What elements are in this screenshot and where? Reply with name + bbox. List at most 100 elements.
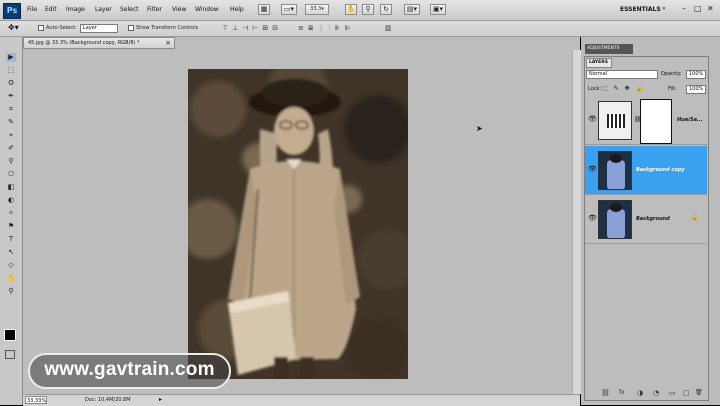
menu-edit[interactable]: Edit: [45, 6, 57, 13]
gradient-tool-icon[interactable]: ◐: [6, 196, 16, 205]
layer-row-background[interactable]: 👁 Background 🔒: [585, 195, 707, 244]
dodge-tool-icon[interactable]: ⚑: [6, 222, 16, 231]
rotate-icon[interactable]: ↻: [380, 4, 392, 15]
menu-window[interactable]: Window: [195, 6, 219, 13]
menu-bar: Ps File Edit Image Layer Select Filter V…: [0, 0, 720, 21]
adjustments-tab[interactable]: ADJUSTMENTS: [585, 44, 633, 54]
clone-stamp-tool-icon[interactable]: ⚲: [6, 157, 16, 166]
auto-select-label: Auto-Select:: [46, 25, 77, 31]
eyedropper-tool-icon[interactable]: ✎: [6, 118, 16, 127]
auto-select-checkbox[interactable]: [38, 25, 44, 31]
opacity-input[interactable]: 100%: [686, 70, 706, 79]
blend-mode-dropdown[interactable]: Normal: [586, 70, 658, 79]
watermark-text: www.gavtrain.com: [44, 359, 215, 380]
sepia-photo-image: [188, 69, 408, 379]
document-tab[interactable]: 45.jpg @ 33.3% (Background copy, RGB/8) …: [23, 37, 175, 49]
align-icons[interactable]: ⊤⊥⊣⊢⊞⊟: [222, 24, 282, 32]
zoom-level-dropdown[interactable]: 33.3▾: [305, 4, 329, 15]
lasso-tool-icon[interactable]: ʘ: [6, 79, 16, 88]
eye-icon[interactable]: 👁: [588, 214, 597, 222]
menu-select[interactable]: Select: [120, 6, 139, 13]
crop-tool-icon[interactable]: ⌗: [6, 105, 16, 114]
fill-label: Fill:: [668, 86, 677, 92]
menu-file[interactable]: File: [27, 6, 37, 13]
eye-icon[interactable]: 👁: [588, 115, 597, 123]
maximize-icon[interactable]: □: [694, 4, 702, 13]
adjustment-thumbnail: [598, 101, 632, 140]
blur-tool-icon[interactable]: ✧: [6, 209, 16, 218]
watermark-badge: www.gavtrain.com: [28, 353, 231, 389]
layer-thumbnail: [598, 151, 632, 190]
zoom-tool-icon[interactable]: ⚲: [6, 287, 16, 296]
canvas-photo[interactable]: [188, 69, 408, 379]
lock-icon: 🔒: [691, 214, 699, 221]
opacity-label: Opacity:: [661, 71, 682, 77]
zoom-status-field[interactable]: 33.33%: [25, 396, 47, 404]
menu-layer[interactable]: Layer: [95, 6, 112, 13]
layer-name[interactable]: Background copy: [636, 167, 685, 173]
delete-layer-icon[interactable]: 🗑: [695, 389, 703, 396]
minimize-icon[interactable]: –: [682, 4, 686, 13]
quick-mask-icon[interactable]: [5, 350, 15, 359]
status-menu-arrow-icon[interactable]: ▸: [159, 396, 162, 403]
show-transform-checkbox[interactable]: [128, 25, 134, 31]
mouse-cursor-icon: ➤: [476, 124, 483, 133]
brush-tool-icon[interactable]: ✐: [6, 144, 16, 153]
tools-panel: ▶ ⬚ ʘ ✒ ⌗ ✎ ⌖ ✐ ⚲ ⎔ ◧ ◐ ✧ ⚑ T ↖ ◇ ✋ ⚲: [0, 37, 23, 405]
layer-style-icon[interactable]: fx: [619, 389, 625, 396]
foreground-color-swatch[interactable]: [4, 329, 16, 341]
add-mask-icon[interactable]: ◑: [637, 389, 643, 397]
layer-row-background-copy[interactable]: 👁 Background copy: [585, 146, 707, 195]
layer-thumbnail: [598, 200, 632, 239]
workspace-chevron-icon[interactable]: »: [662, 5, 666, 12]
document-tab-title: 45.jpg @ 33.3% (Background copy, RGB/8) …: [28, 40, 140, 46]
zoom-icon[interactable]: ⚲: [362, 4, 374, 15]
document-size-status: Doc: 10.4M/20.8M: [85, 397, 131, 403]
bridge-icon[interactable]: ▦: [258, 4, 270, 15]
close-icon[interactable]: ✕: [707, 4, 714, 13]
close-document-icon[interactable]: ×: [165, 38, 171, 48]
history-brush-tool-icon[interactable]: ⎔: [6, 170, 16, 179]
menu-image[interactable]: Image: [66, 6, 85, 13]
layer-mask-thumbnail[interactable]: [640, 99, 672, 144]
fill-input[interactable]: 100%: [686, 85, 706, 94]
screen-arrange-icon[interactable]: ▣▾: [430, 4, 446, 15]
shape-tool-icon[interactable]: ◇: [6, 261, 16, 270]
hand-icon[interactable]: ✋: [345, 4, 357, 15]
status-bar: 33.33% Doc: 10.4M/20.8M ▸: [23, 394, 580, 406]
workspace-switcher[interactable]: ESSENTIALS: [620, 6, 661, 13]
lock-label: Lock:: [588, 86, 602, 92]
marquee-tool-icon[interactable]: ⬚: [6, 66, 16, 75]
new-group-icon[interactable]: ▭: [669, 389, 676, 397]
move-tool-icon[interactable]: ▶: [6, 53, 16, 62]
menu-view[interactable]: View: [172, 6, 186, 13]
hand-tool-icon[interactable]: ✋: [6, 274, 16, 283]
auto-align-icon[interactable]: ▥: [385, 24, 392, 32]
layer-row-hue-saturation[interactable]: 👁 ⛓ Hue/Sa...: [585, 96, 707, 145]
eye-icon[interactable]: 👁: [588, 165, 597, 173]
arrange-icon[interactable]: ▤▾: [404, 4, 420, 15]
distribute-icons[interactable]: ≡≣⋮⫶⊪⊫: [298, 24, 355, 33]
eraser-tool-icon[interactable]: ◧: [6, 183, 16, 192]
menu-help[interactable]: Help: [230, 6, 244, 13]
adjustment-layer-icon[interactable]: ◔: [653, 389, 659, 397]
menu-filter[interactable]: Filter: [147, 6, 162, 13]
lock-options-icons[interactable]: ⬚ ✎ ✥ 🔒: [602, 85, 645, 92]
screen-mode-icon[interactable]: ▭▾: [281, 4, 297, 15]
layers-panel-footer: ⛓ fx ◑ ◔ ▭ ▢ 🗑: [585, 388, 707, 400]
layer-name[interactable]: Background: [636, 216, 670, 222]
move-tool-icon[interactable]: ✥▾: [8, 23, 19, 32]
layer-name[interactable]: Hue/Sa...: [677, 117, 703, 123]
new-layer-icon[interactable]: ▢: [683, 389, 690, 397]
quick-select-tool-icon[interactable]: ✒: [6, 92, 16, 101]
photoshop-logo: Ps: [3, 3, 21, 19]
options-bar: ✥▾ Auto-Select: Layer Show Transform Con…: [0, 21, 720, 37]
auto-select-dropdown[interactable]: Layer: [80, 24, 118, 33]
vertical-scrollbar[interactable]: [572, 50, 581, 394]
path-select-tool-icon[interactable]: ↖: [6, 248, 16, 257]
link-layers-icon[interactable]: ⛓: [601, 389, 610, 397]
layers-tab[interactable]: LAYERS: [586, 58, 612, 68]
pen-tool-icon[interactable]: T: [6, 235, 16, 244]
show-transform-label: Show Transform Controls: [136, 25, 199, 31]
healing-tool-icon[interactable]: ⌖: [6, 131, 16, 140]
